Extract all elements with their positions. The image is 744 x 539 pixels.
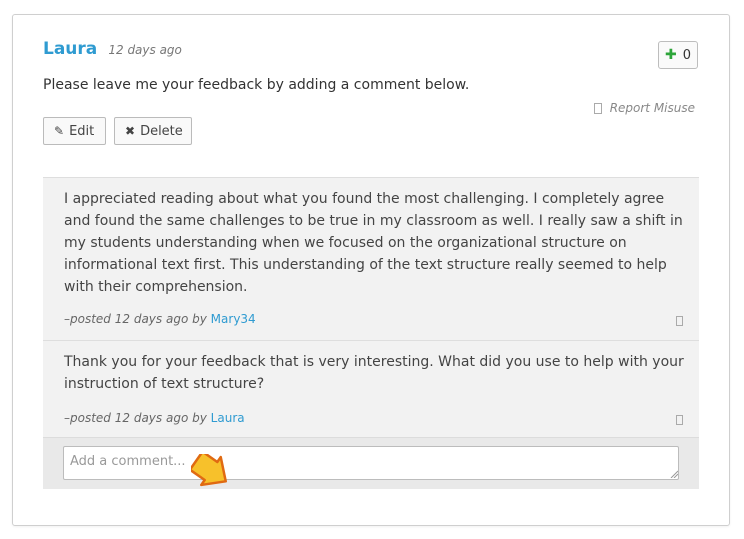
post-body: Please leave me your feedback by adding … (43, 77, 470, 93)
pencil-icon: ✎ (54, 124, 65, 138)
upvote-button[interactable]: ✚ 0 (658, 41, 698, 69)
post-header: Laura 12 days ago (43, 39, 182, 59)
flag-icon[interactable] (676, 316, 683, 326)
comment-text: I appreciated reading about what you fou… (64, 191, 683, 295)
delete-label: Delete (140, 123, 183, 139)
flag-icon (593, 103, 602, 114)
comment-item: Thank you for your feedback that is very… (43, 340, 699, 437)
comment-meta: –posted 12 days ago by Laura (64, 411, 245, 425)
delete-button[interactable]: ✖ Delete (114, 117, 192, 145)
plus-icon: ✚ (664, 47, 677, 63)
comment-time: 12 days ago (114, 411, 189, 425)
resize-grip-icon[interactable] (670, 470, 678, 478)
comment-item: I appreciated reading about what you fou… (43, 177, 699, 340)
comment-time: 12 days ago (114, 312, 189, 326)
comment-by: by (192, 411, 207, 425)
vote-count: 0 (682, 47, 691, 63)
comment-posted-prefix: –posted (64, 312, 111, 326)
comment-user-link[interactable]: Mary34 (211, 312, 256, 326)
edit-button[interactable]: ✎ Edit (43, 117, 106, 145)
comment-meta: –posted 12 days ago by Mary34 (64, 312, 256, 326)
pointing-arrow-icon (191, 454, 227, 487)
report-misuse-link[interactable]: Report Misuse (593, 101, 695, 115)
comment-by: by (192, 312, 207, 326)
x-icon: ✖ (125, 124, 136, 138)
comment-input[interactable] (63, 446, 679, 480)
report-misuse-label: Report Misuse (609, 101, 695, 115)
flag-icon[interactable] (676, 415, 683, 425)
comment-user-link[interactable]: Laura (211, 411, 245, 425)
add-comment-area (43, 437, 699, 489)
post-author-link[interactable]: Laura (43, 39, 97, 59)
edit-label: Edit (69, 123, 95, 139)
comment-text: Thank you for your feedback that is very… (64, 354, 684, 392)
comment-posted-prefix: –posted (64, 411, 111, 425)
post-timestamp: 12 days ago (108, 43, 182, 57)
post-card: Laura 12 days ago ✚ 0 Please leave me yo… (12, 14, 730, 526)
